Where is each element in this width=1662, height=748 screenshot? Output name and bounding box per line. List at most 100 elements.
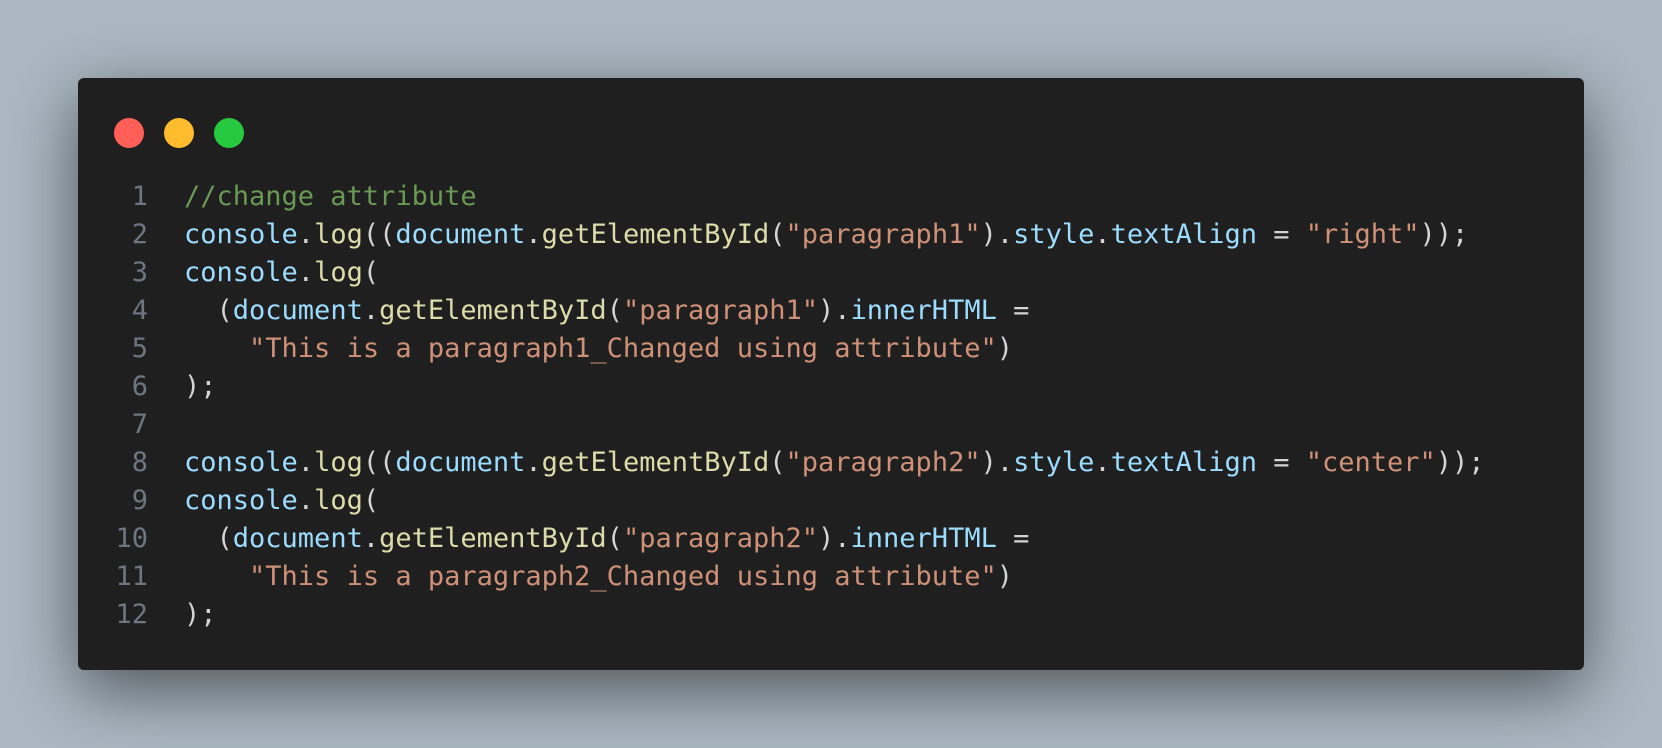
- code-token-punctuation: =: [1256, 219, 1306, 250]
- code-line: 2 console.log((document.getElementById("p…: [78, 216, 1584, 254]
- code-token-variable: console: [184, 219, 298, 250]
- code-line: 10 (document.getElementById("paragraph2"…: [78, 520, 1584, 558]
- code-token-punctuation: ).: [818, 523, 851, 554]
- maximize-icon[interactable]: [214, 118, 244, 148]
- code-token-punctuation: .: [297, 447, 315, 478]
- code-token-punctuation: (: [606, 523, 623, 554]
- code-line: 4 (document.getElementById("paragraph1")…: [78, 292, 1584, 330]
- code-line: 3 console.log(: [78, 254, 1584, 292]
- code-token-variable: document: [232, 523, 363, 554]
- code-token-punctuation: ));: [1419, 219, 1469, 250]
- code-token-punctuation: =: [996, 523, 1030, 554]
- line-source: [148, 406, 184, 444]
- line-source: console.log((document.getElementById("pa…: [148, 216, 1468, 254]
- line-number: 3: [131, 257, 148, 288]
- code-token-punctuation: .: [362, 523, 380, 554]
- window-controls: [114, 118, 244, 148]
- code-window: 1//change attribute 2 console.log((documen…: [78, 78, 1584, 670]
- code-token-variable: document: [395, 219, 526, 250]
- code-token-punctuation: (: [769, 219, 786, 250]
- code-token-string: "This is a paragraph2_Changed using attr…: [249, 561, 997, 592]
- code-line: 6);: [78, 368, 1584, 406]
- line-number: 12: [115, 599, 148, 630]
- code-token-function: getElementById: [379, 523, 607, 554]
- code-token-punctuation: .: [362, 295, 380, 326]
- code-token-punctuation: .: [297, 485, 315, 516]
- line-source: );: [148, 596, 217, 634]
- code-token-punctuation: .: [297, 219, 315, 250]
- code-token-punctuation: (: [362, 257, 380, 288]
- code-line: 5 "This is a paragraph1_Changed using at…: [78, 330, 1584, 368]
- code-line: 12);: [78, 596, 1584, 634]
- code-token-punctuation: );: [184, 371, 217, 402]
- code-token-variable: console: [184, 257, 298, 288]
- line-source: console.log(: [148, 482, 379, 520]
- code-line: 11 "This is a paragraph2_Changed using a…: [78, 558, 1584, 596]
- line-number: 10: [115, 523, 148, 554]
- code-token-punctuation: ): [996, 333, 1014, 364]
- line-source: console.log(: [148, 254, 379, 292]
- code-token-punctuation: );: [184, 599, 217, 630]
- line-number: 2: [131, 219, 148, 250]
- code-token-variable: textAlign: [1110, 219, 1257, 250]
- code-token-punctuation: ): [996, 561, 1014, 592]
- code-token-string: "paragraph2": [785, 447, 981, 478]
- close-icon[interactable]: [114, 118, 144, 148]
- line-source: console.log((document.getElementById("pa…: [148, 444, 1485, 482]
- line-source: //change attribute: [148, 178, 477, 216]
- code-block: 1//change attribute 2 console.log((documen…: [78, 178, 1584, 634]
- code-token-comment: //change attribute: [184, 181, 477, 212]
- line-source: (document.getElementById("paragraph1").i…: [148, 292, 1030, 330]
- code-token-punctuation: (: [362, 485, 380, 516]
- code-token-punctuation: =: [1256, 447, 1306, 478]
- code-token-string: "paragraph2": [622, 523, 819, 554]
- code-token-string: "paragraph1": [785, 219, 981, 250]
- minimize-icon[interactable]: [164, 118, 194, 148]
- code-token-punctuation: ).: [980, 219, 1014, 250]
- line-source: "This is a paragraph1_Changed using attr…: [148, 330, 1013, 368]
- code-token-punctuation: =: [996, 295, 1030, 326]
- code-token-variable: document: [395, 447, 526, 478]
- code-token-punctuation: ((: [362, 219, 396, 250]
- line-source: (document.getElementById("paragraph2").i…: [148, 520, 1030, 558]
- line-number: 5: [131, 333, 148, 364]
- code-token-variable: innerHTML: [850, 295, 997, 326]
- code-token-variable: style: [1013, 219, 1095, 250]
- code-line: 7: [78, 406, 1584, 444]
- code-token-punctuation: ((: [362, 447, 396, 478]
- code-token-punctuation: (: [769, 447, 786, 478]
- code-token-punctuation: .: [525, 447, 542, 478]
- line-source: );: [148, 368, 217, 406]
- code-token-function: log: [314, 257, 363, 288]
- line-number: 9: [131, 485, 148, 516]
- line-number: 6: [131, 371, 148, 402]
- code-token-variable: document: [232, 295, 363, 326]
- code-token-punctuation: [184, 333, 249, 364]
- code-line: 1 //change attribute: [78, 178, 1584, 216]
- code-token-string: "right": [1305, 219, 1420, 250]
- line-number: 1: [131, 181, 148, 212]
- code-token-punctuation: [184, 561, 249, 592]
- code-token-punctuation: (: [184, 523, 233, 554]
- code-token-variable: innerHTML: [850, 523, 997, 554]
- line-number: 8: [131, 447, 148, 478]
- code-token-function: log: [314, 485, 363, 516]
- code-token-function: log: [314, 219, 363, 250]
- code-line: 9 console.log(: [78, 482, 1584, 520]
- code-token-variable: textAlign: [1110, 447, 1257, 478]
- code-token-punctuation: ).: [818, 295, 851, 326]
- code-token-string: "paragraph1": [622, 295, 819, 326]
- code-token-function: getElementById: [379, 295, 607, 326]
- code-token-punctuation: .: [1094, 447, 1111, 478]
- code-token-punctuation: (: [184, 295, 233, 326]
- code-token-string: "This is a paragraph1_Changed using attr…: [249, 333, 997, 364]
- code-token-punctuation: .: [297, 257, 315, 288]
- code-line: 8 console.log((document.getElementById("p…: [78, 444, 1584, 482]
- code-token-punctuation: .: [525, 219, 542, 250]
- line-number: 11: [115, 561, 148, 592]
- code-token-punctuation: .: [1094, 219, 1111, 250]
- line-number: 4: [131, 295, 148, 326]
- code-token-variable: console: [184, 447, 298, 478]
- code-token-variable: console: [184, 485, 298, 516]
- code-token-function: getElementById: [541, 219, 770, 250]
